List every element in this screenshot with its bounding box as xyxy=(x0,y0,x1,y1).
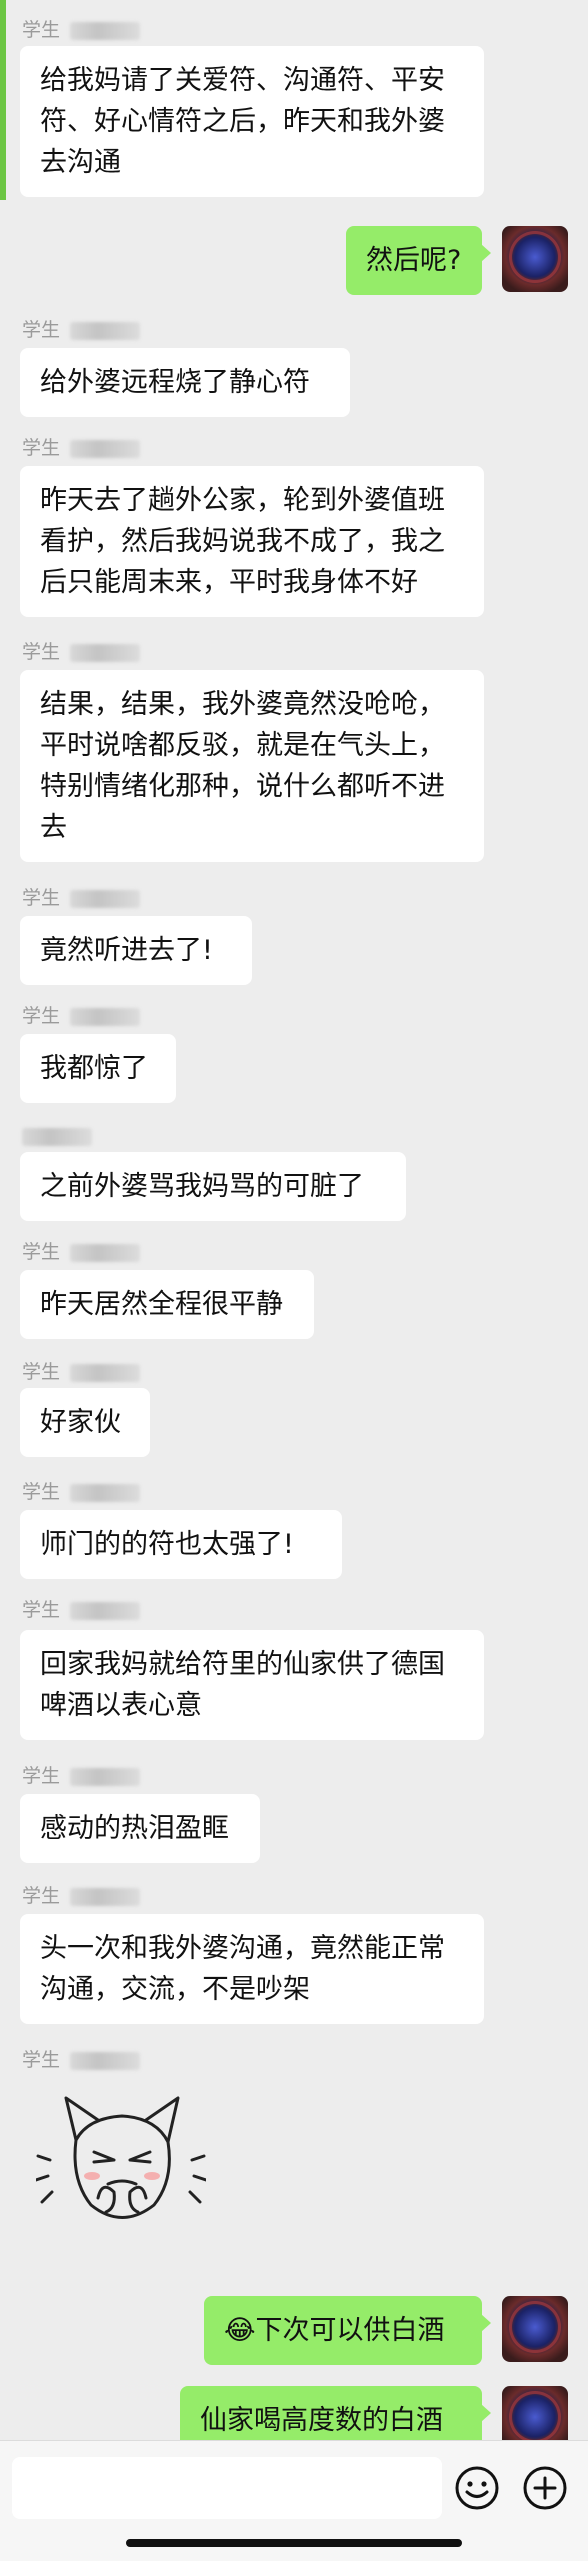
home-indicator xyxy=(126,2539,462,2547)
user-avatar[interactable] xyxy=(502,2296,568,2362)
message-bubble[interactable]: 昨天去了趟外公家，轮到外婆值班看护，然后我妈说我不成了，我之后只能周末来，平时我… xyxy=(20,466,484,617)
message-bubble-self[interactable]: 然后呢? xyxy=(346,226,491,295)
sender-name: 学生 xyxy=(22,1764,141,1788)
sender-name: 学生 xyxy=(22,1360,141,1384)
sender-name: 学生 xyxy=(22,1240,141,1264)
message-bubble[interactable]: 之前外婆骂我妈骂的可脏了 xyxy=(20,1152,406,1221)
message-bubble-self[interactable]: 仙家喝高度数的白酒 xyxy=(180,2386,491,2440)
sender-name: 学生 xyxy=(22,1004,141,1028)
message-bubble[interactable]: 好家伙 xyxy=(20,1388,150,1457)
sender-name: 学生 xyxy=(22,1598,141,1622)
plus-circle-icon[interactable] xyxy=(520,2463,570,2513)
sender-name: 学生 xyxy=(22,1884,141,1908)
message-bubble[interactable]: 给外婆远程烧了静心符 xyxy=(20,348,350,417)
cat-sticker[interactable] xyxy=(36,2080,206,2240)
chat-area[interactable]: 学生 给我妈请了关爱符、沟通符、平安符、好心情符之后，昨天和我外婆去沟通 然后呢… xyxy=(0,0,588,2440)
sender-name: 学生 xyxy=(22,886,141,910)
message-bubble-self[interactable]: 😂下次可以供白酒 xyxy=(204,2296,491,2365)
message-bubble[interactable]: 回家我妈就给符里的仙家供了德国啤酒以表心意 xyxy=(20,1630,484,1740)
message-bubble[interactable]: 结果，结果，我外婆竟然没呛呛，平时说啥都反驳，就是在气头上，特别情绪化那种，说什… xyxy=(20,670,484,862)
message-bubble[interactable]: 我都惊了 xyxy=(20,1034,176,1103)
sender-name: 学生 xyxy=(22,318,141,342)
input-bar xyxy=(0,2440,588,2561)
unread-indicator xyxy=(0,0,6,200)
message-bubble[interactable]: 竟然听进去了! xyxy=(20,916,252,985)
sender-name: 学生 xyxy=(22,1480,141,1504)
sender-name: 学生 xyxy=(22,436,141,460)
user-avatar[interactable] xyxy=(502,2386,568,2440)
sender-name: 学生 xyxy=(22,18,141,42)
message-bubble[interactable]: 昨天居然全程很平静 xyxy=(20,1270,314,1339)
message-bubble[interactable]: 给我妈请了关爱符、沟通符、平安符、好心情符之后，昨天和我外婆去沟通 xyxy=(20,46,484,197)
user-avatar[interactable] xyxy=(502,226,568,292)
message-bubble[interactable]: 师门的的符也太强了! xyxy=(20,1510,342,1579)
message-input[interactable] xyxy=(12,2457,442,2519)
sender-name: 学生 xyxy=(22,2048,141,2072)
emoji-icon[interactable] xyxy=(452,2463,502,2513)
sender-name: 学生 xyxy=(22,640,141,664)
message-bubble[interactable]: 头一次和我外婆沟通，竟然能正常沟通，交流，不是吵架 xyxy=(20,1914,484,2024)
sender-name xyxy=(22,1124,92,1148)
message-bubble[interactable]: 感动的热泪盈眶 xyxy=(20,1794,260,1863)
